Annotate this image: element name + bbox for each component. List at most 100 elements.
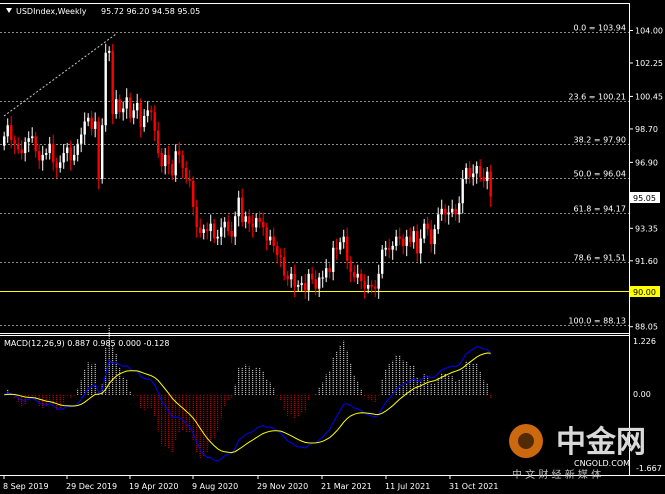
candle-body <box>465 167 468 180</box>
candle-body <box>73 154 76 161</box>
candle-body <box>34 136 37 152</box>
candle-body <box>87 117 90 122</box>
price-tick-label: 93.35 <box>635 224 658 233</box>
candle-body <box>451 208 454 213</box>
candle-body <box>174 151 177 176</box>
candle-body <box>157 130 160 154</box>
candle-body <box>346 236 349 261</box>
candle-body <box>234 216 237 237</box>
candle-body <box>55 162 58 168</box>
candle-body <box>185 167 188 180</box>
candle-body <box>52 143 55 163</box>
candle-body <box>244 216 247 222</box>
candle-body <box>367 284 370 289</box>
fib-level-label: 78.6 = 91.51 <box>573 254 626 263</box>
time-tick-label: 9 Aug 2020 <box>192 482 238 491</box>
candle-body <box>178 151 181 155</box>
candle-body <box>136 102 139 111</box>
candle-body <box>374 286 377 289</box>
candle-body <box>353 271 356 278</box>
candle-body <box>423 223 426 239</box>
candle-body <box>251 223 254 228</box>
candle-body <box>262 221 265 228</box>
candle-body <box>167 154 170 165</box>
candle-body <box>192 180 195 207</box>
candle-body <box>188 179 191 181</box>
time-tick-label: 19 Apr 2020 <box>129 482 178 491</box>
candle-body <box>45 153 48 155</box>
candle-body <box>69 147 72 161</box>
chart-window[interactable]: 0.0 = 103.94 23.6 = 100.21 38.2 = 97.90 50.… <box>0 0 665 494</box>
candle-body <box>48 143 51 154</box>
candle-body <box>10 125 13 141</box>
candle-body <box>339 242 342 250</box>
candle-body <box>108 50 111 53</box>
candle-body <box>402 238 405 246</box>
candle-body <box>430 229 433 245</box>
candle-body <box>146 110 149 116</box>
candle-body <box>220 227 223 237</box>
time-tick-label: 8 Sep 2019 <box>3 482 49 491</box>
candle-body <box>426 223 429 230</box>
watermark-site: CNGOLD.COM <box>574 459 630 468</box>
candle-body <box>321 277 324 279</box>
candle-body <box>360 273 363 282</box>
candle-body <box>160 153 163 167</box>
candle-body <box>132 110 135 118</box>
candle-body <box>444 208 447 215</box>
candle-body <box>164 154 167 167</box>
candle-body <box>286 275 289 280</box>
candle-body <box>241 197 244 222</box>
candle-body <box>62 153 65 163</box>
fib-level-label: 38.2 = 97.90 <box>573 136 626 145</box>
ohlc-values: 95.72 96.20 94.58 95.05 <box>101 7 200 16</box>
time-tick-label: 11 Jul 2021 <box>385 482 430 491</box>
candle-body <box>419 238 422 254</box>
candle-body <box>486 171 489 181</box>
candle-body <box>395 236 398 246</box>
candle-body <box>202 229 205 233</box>
candle-body <box>209 223 212 232</box>
candle-body <box>433 229 436 245</box>
candle-body <box>38 151 41 161</box>
candle-body <box>13 140 16 144</box>
candle-body <box>17 143 20 150</box>
candle-body <box>122 108 125 113</box>
candle-body <box>6 125 9 137</box>
candle-body <box>384 247 387 250</box>
candle-body <box>276 245 279 256</box>
candle-body <box>104 52 107 126</box>
macd-axis-zero: 0.00 <box>633 390 651 399</box>
candle-body <box>237 197 240 217</box>
candle-body <box>472 173 475 178</box>
candle-body <box>454 208 457 215</box>
candle-body <box>409 236 412 243</box>
watermark-tagline: 中 文 财 经 新 媒 体 <box>512 468 601 481</box>
candle-body <box>248 216 251 224</box>
cngold-logo-inner <box>518 433 534 449</box>
candle-body <box>482 177 485 181</box>
time-tick-label: 21 Mar 2021 <box>321 482 372 491</box>
candle-body <box>143 115 146 128</box>
candle-body <box>416 231 419 254</box>
price-tick-label: 91.60 <box>635 257 658 266</box>
fib-level-label: 50.0 = 96.04 <box>573 170 626 179</box>
candle-body <box>227 221 230 232</box>
candle-body <box>325 268 328 278</box>
candle-body <box>27 138 30 142</box>
time-tick-label: 31 Oct 2021 <box>449 482 498 491</box>
candle-body <box>216 236 219 239</box>
candle-body <box>206 229 209 232</box>
candle-body <box>101 125 104 180</box>
fib-level-label: 61.8 = 94.17 <box>573 205 626 214</box>
candle-body <box>90 117 93 129</box>
macd-axis-bottom: -1.667 <box>636 464 662 473</box>
current-price-label: 95.05 <box>633 194 656 203</box>
candle-body <box>398 236 401 239</box>
candle-body <box>279 255 282 258</box>
candle-body <box>342 236 345 243</box>
price-tick-label: 102.25 <box>635 59 663 68</box>
level-90-label: 90.00 <box>633 288 656 297</box>
candle-body <box>318 277 321 289</box>
candle-body <box>223 221 226 228</box>
